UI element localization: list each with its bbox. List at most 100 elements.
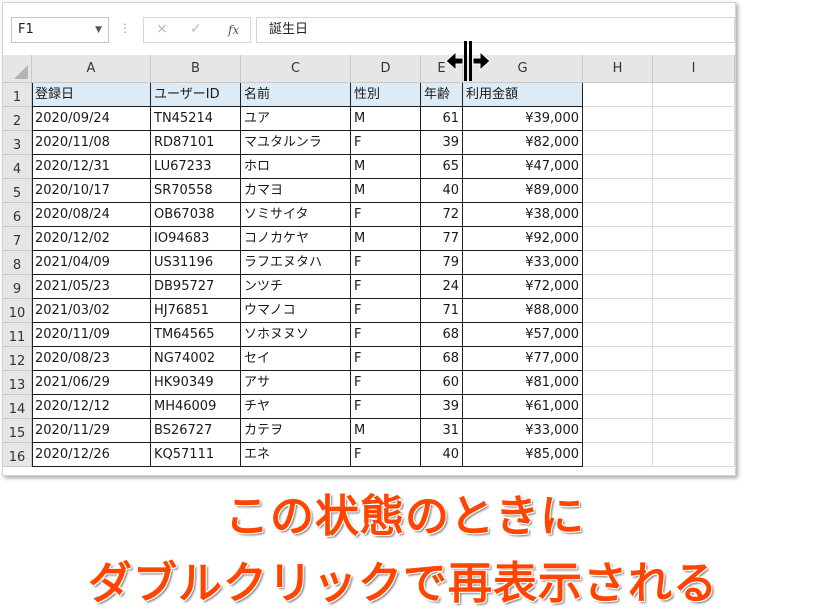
table-cell[interactable]: F (351, 131, 421, 155)
table-cell[interactable]: LU67233 (151, 155, 241, 179)
table-cell[interactable]: チヤ (241, 395, 351, 419)
table-cell[interactable]: US31196 (151, 251, 241, 275)
table-cell[interactable]: F (351, 203, 421, 227)
empty-cell[interactable] (653, 395, 735, 419)
empty-cell[interactable] (653, 299, 735, 323)
empty-cell[interactable] (583, 419, 653, 443)
table-cell[interactable]: ¥72,000 (463, 275, 583, 299)
table-cell[interactable]: 2020/10/17 (32, 179, 151, 203)
table-cell[interactable]: MH46009 (151, 395, 241, 419)
empty-cell[interactable] (583, 275, 653, 299)
table-cell[interactable]: ¥85,000 (463, 443, 583, 467)
table-cell[interactable]: 24 (421, 275, 463, 299)
empty-cell[interactable] (653, 251, 735, 275)
table-cell[interactable]: ソミサイタ (241, 203, 351, 227)
empty-cell[interactable] (583, 443, 653, 467)
table-header-cell[interactable]: ユーザーID (151, 83, 241, 107)
table-cell[interactable]: 61 (421, 107, 463, 131)
row-header-10[interactable]: 11 (3, 323, 32, 347)
table-cell[interactable]: DB95727 (151, 275, 241, 299)
table-cell[interactable]: 2021/05/23 (32, 275, 151, 299)
row-header-13[interactable]: 14 (3, 395, 32, 419)
empty-cell[interactable] (583, 203, 653, 227)
table-cell[interactable]: 79 (421, 251, 463, 275)
table-cell[interactable]: ¥33,000 (463, 419, 583, 443)
table-cell[interactable]: 72 (421, 203, 463, 227)
column-header-6[interactable]: H (583, 55, 653, 83)
empty-cell[interactable] (583, 299, 653, 323)
chevron-down-icon[interactable]: ▼ (95, 18, 102, 42)
table-cell[interactable]: M (351, 419, 421, 443)
table-cell[interactable]: F (351, 323, 421, 347)
table-cell[interactable]: TM64565 (151, 323, 241, 347)
row-header-1[interactable]: 2 (3, 107, 32, 131)
empty-cell[interactable] (583, 371, 653, 395)
empty-cell[interactable] (653, 179, 735, 203)
table-cell[interactable]: エネ (241, 443, 351, 467)
enter-icon[interactable]: ✓ (190, 21, 202, 37)
table-cell[interactable]: F (351, 443, 421, 467)
row-header-11[interactable]: 12 (3, 347, 32, 371)
table-cell[interactable]: 2020/12/12 (32, 395, 151, 419)
table-cell[interactable]: ¥47,000 (463, 155, 583, 179)
table-cell[interactable]: ¥39,000 (463, 107, 583, 131)
table-cell[interactable]: KQ57111 (151, 443, 241, 467)
table-cell[interactable]: RD87101 (151, 131, 241, 155)
table-cell[interactable]: ¥38,000 (463, 203, 583, 227)
table-cell[interactable]: ¥57,000 (463, 323, 583, 347)
table-cell[interactable]: ¥61,000 (463, 395, 583, 419)
table-cell[interactable]: セイ (241, 347, 351, 371)
table-cell[interactable]: 40 (421, 443, 463, 467)
table-header-cell[interactable]: 登録日 (32, 83, 151, 107)
table-cell[interactable]: ¥81,000 (463, 371, 583, 395)
table-cell[interactable]: 2020/12/31 (32, 155, 151, 179)
table-cell[interactable]: F (351, 251, 421, 275)
empty-cell[interactable] (653, 83, 735, 107)
row-header-2[interactable]: 3 (3, 131, 32, 155)
column-header-2[interactable]: C (241, 55, 351, 83)
empty-cell[interactable] (583, 131, 653, 155)
table-cell[interactable]: ¥89,000 (463, 179, 583, 203)
table-cell[interactable]: ウマノコ (241, 299, 351, 323)
column-header-1[interactable]: B (151, 55, 241, 83)
table-cell[interactable]: 31 (421, 419, 463, 443)
empty-cell[interactable] (653, 419, 735, 443)
select-all-button[interactable] (3, 55, 32, 83)
table-cell[interactable]: 2021/04/09 (32, 251, 151, 275)
more-options-icon[interactable]: ⋮ (119, 21, 131, 35)
table-cell[interactable]: F (351, 395, 421, 419)
empty-cell[interactable] (653, 323, 735, 347)
table-cell[interactable]: 2020/12/26 (32, 443, 151, 467)
empty-cell[interactable] (583, 107, 653, 131)
formula-input[interactable]: 誕生日 (256, 17, 735, 43)
table-cell[interactable]: 2021/03/02 (32, 299, 151, 323)
table-cell[interactable]: ¥77,000 (463, 347, 583, 371)
table-cell[interactable]: F (351, 371, 421, 395)
table-cell[interactable]: M (351, 179, 421, 203)
empty-cell[interactable] (653, 131, 735, 155)
table-cell[interactable]: ソホヌヌソ (241, 323, 351, 347)
row-header-6[interactable]: 7 (3, 227, 32, 251)
table-cell[interactable]: HJ76851 (151, 299, 241, 323)
empty-cell[interactable] (583, 347, 653, 371)
table-header-cell[interactable]: 性別 (351, 83, 421, 107)
table-cell[interactable]: 39 (421, 131, 463, 155)
table-cell[interactable]: F (351, 275, 421, 299)
table-cell[interactable]: マユタルンラ (241, 131, 351, 155)
empty-cell[interactable] (583, 227, 653, 251)
table-cell[interactable]: カテヲ (241, 419, 351, 443)
column-header-7[interactable]: I (653, 55, 735, 83)
table-cell[interactable]: 2020/11/08 (32, 131, 151, 155)
table-cell[interactable]: TN45214 (151, 107, 241, 131)
table-cell[interactable]: 65 (421, 155, 463, 179)
column-header-0[interactable]: A (32, 55, 151, 83)
row-header-7[interactable]: 8 (3, 251, 32, 275)
empty-cell[interactable] (583, 179, 653, 203)
table-cell[interactable]: 2021/06/29 (32, 371, 151, 395)
cancel-icon[interactable]: × (156, 21, 168, 37)
table-cell[interactable]: コノカケヤ (241, 227, 351, 251)
table-cell[interactable]: 40 (421, 179, 463, 203)
table-cell[interactable]: ¥82,000 (463, 131, 583, 155)
empty-cell[interactable] (653, 227, 735, 251)
table-cell[interactable]: アサ (241, 371, 351, 395)
